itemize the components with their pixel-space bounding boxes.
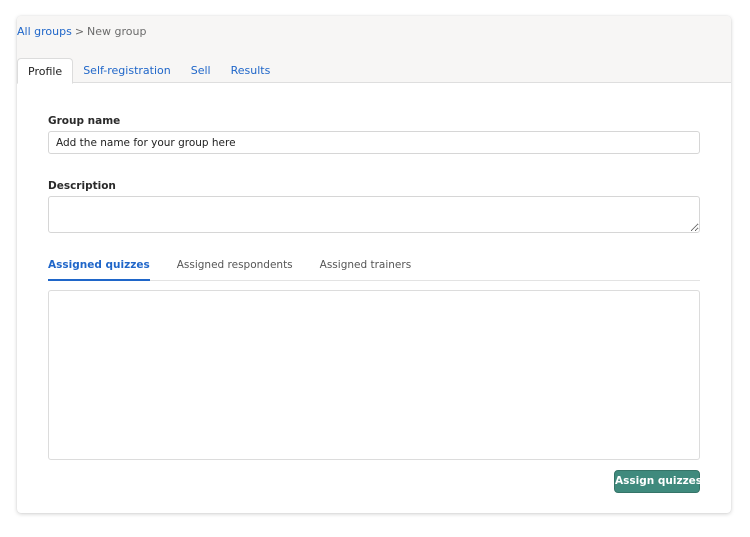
group-name-input[interactable] <box>48 131 700 154</box>
description-label: Description <box>48 180 116 192</box>
breadcrumb-current: New group <box>87 25 147 38</box>
tab-assigned-respondents[interactable]: Assigned respondents <box>177 256 293 281</box>
card-header: All groups > New group Profile Self-regist… <box>17 16 731 84</box>
breadcrumb: All groups > New group <box>17 25 146 38</box>
assignment-tabs: Assigned quizzes Assigned respondents As… <box>48 256 700 281</box>
tab-assigned-trainers[interactable]: Assigned trainers <box>320 256 412 281</box>
assigned-quizzes-list[interactable] <box>48 290 700 460</box>
tab-self-registration[interactable]: Self-registration <box>73 58 181 84</box>
assign-quizzes-button[interactable]: Assign quizzes <box>614 470 702 493</box>
description-textarea[interactable] <box>48 196 700 233</box>
tab-sell[interactable]: Sell <box>181 58 221 84</box>
breadcrumb-all-groups-link[interactable]: All groups <box>17 25 72 38</box>
group-name-label: Group name <box>48 115 121 127</box>
breadcrumb-separator: > <box>74 25 85 38</box>
top-tabs: Profile Self-registration Sell Results <box>17 58 280 84</box>
tab-results[interactable]: Results <box>221 58 281 84</box>
tab-assigned-quizzes[interactable]: Assigned quizzes <box>48 256 150 281</box>
tab-profile[interactable]: Profile <box>17 58 74 84</box>
group-card: All groups > New group Profile Self-regist… <box>17 16 731 513</box>
